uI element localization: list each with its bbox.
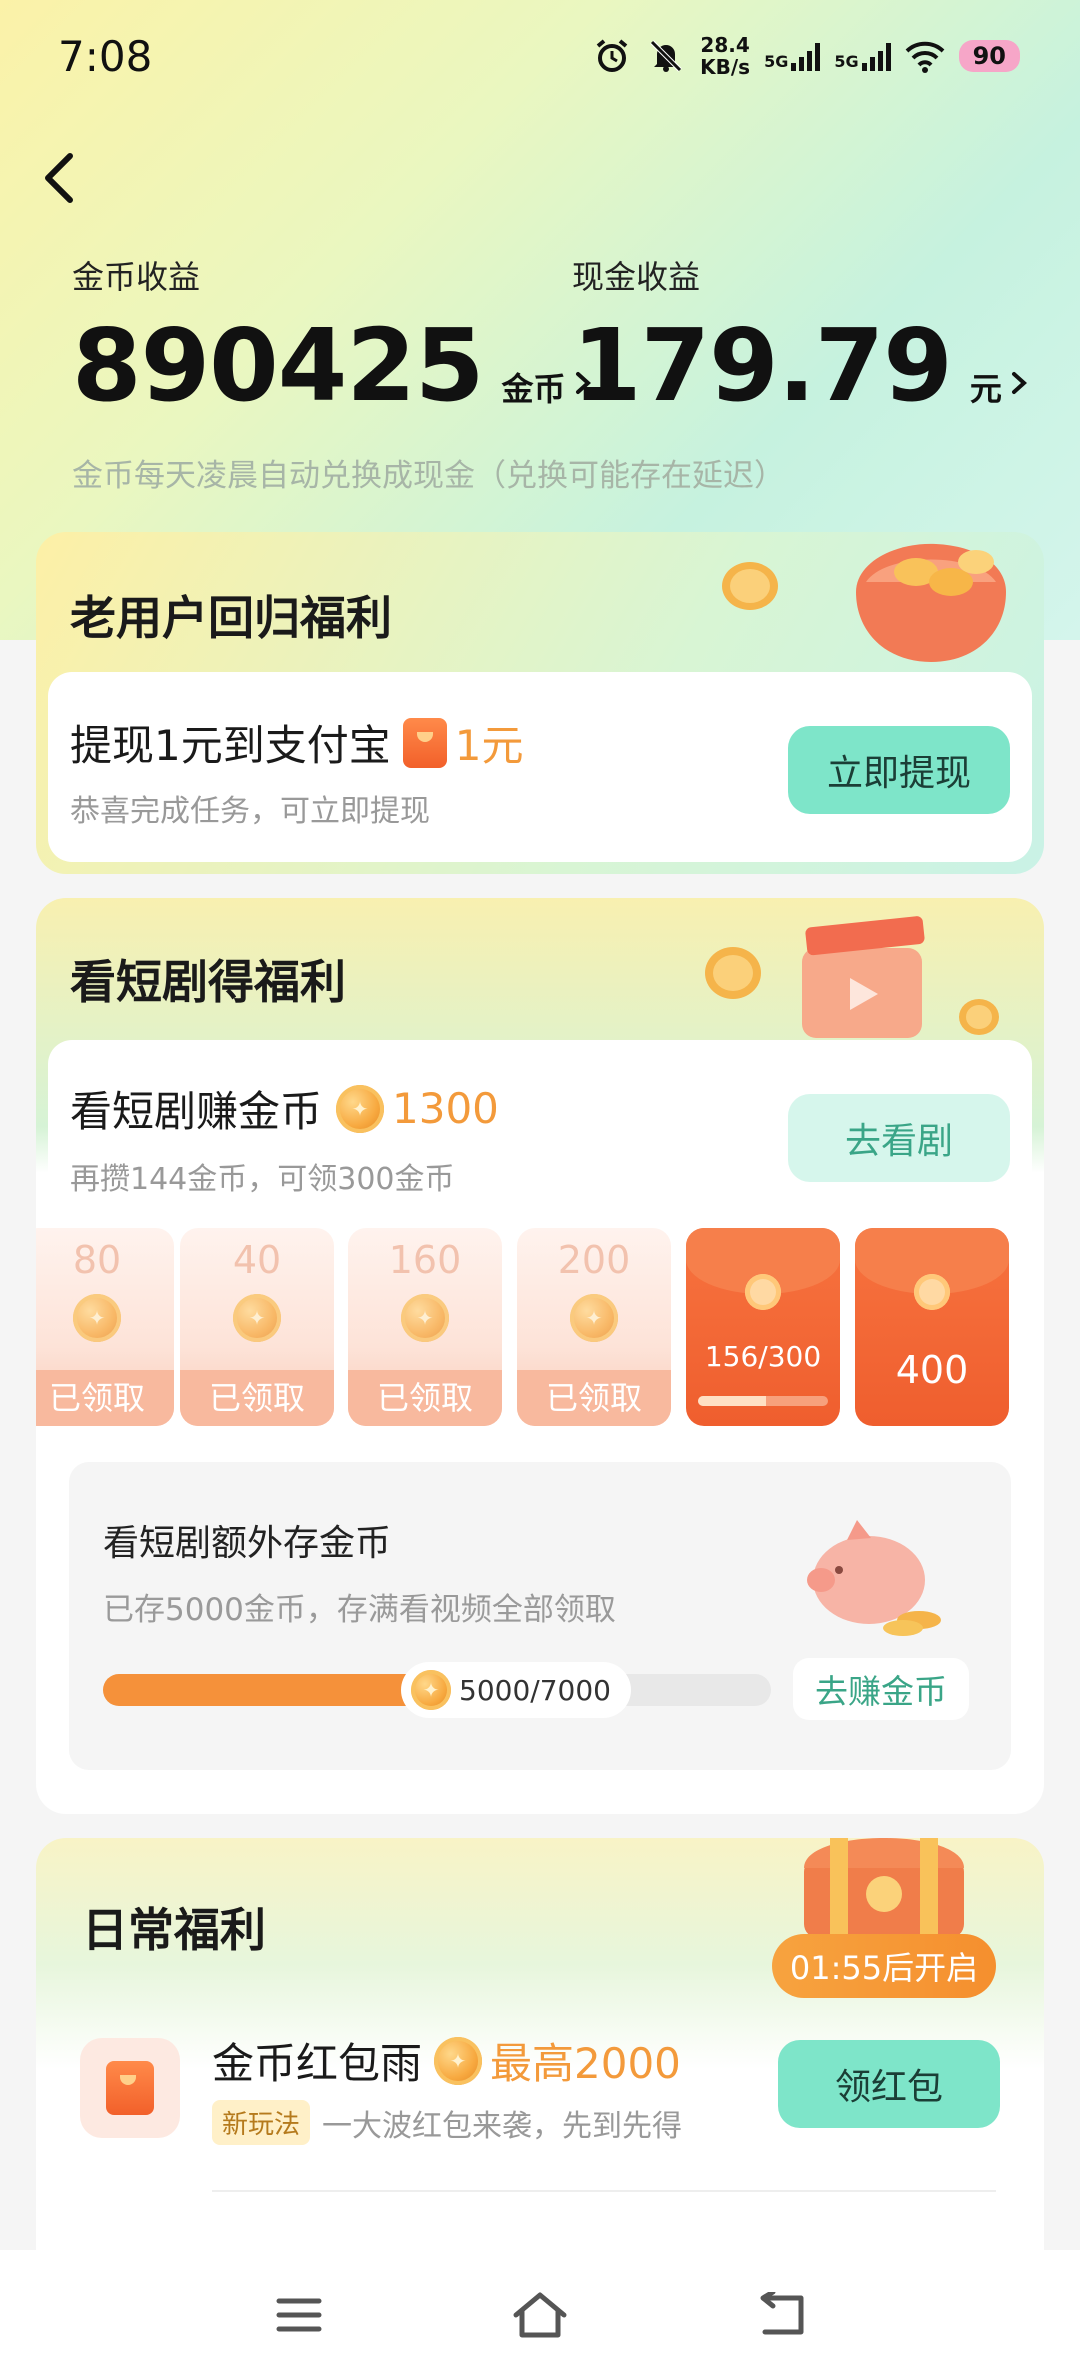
get-red-packet-button[interactable]: 领红包 — [778, 2040, 1000, 2128]
extra-coins-title: 看短剧额外存金币 — [103, 1523, 392, 1564]
coin-earnings-label: 金币收益 — [72, 258, 201, 296]
reward-tier-in-progress[interactable]: 156/300 — [686, 1228, 840, 1426]
menu-icon — [276, 2298, 322, 2332]
status-time: 7:08 — [58, 32, 153, 81]
watch-drama-amount: 1300 — [392, 1084, 499, 1133]
coin-icon — [336, 1084, 385, 1133]
cash-earnings[interactable]: 现金收益 179.79 元 — [572, 252, 1032, 416]
watch-drama-row: 看短剧赚金币 1300 再攒144金币，可领300金币 去看剧 — [48, 1040, 1032, 1230]
coin-icon — [411, 1670, 451, 1710]
piggy-bank-icon — [807, 1520, 941, 1636]
divider — [212, 2190, 996, 2192]
video-clapper-icon — [802, 916, 925, 1038]
reward-tier-locked[interactable]: 400 — [855, 1228, 1009, 1426]
cash-earnings-label: 现金收益 — [572, 258, 701, 296]
watch-drama-title: 看短剧赚金币 — [70, 1087, 323, 1136]
earn-coins-button[interactable]: 去赚金币 — [793, 1658, 969, 1720]
cash-earnings-unit: 元 — [969, 370, 1002, 408]
drama-title: 看短剧得福利 — [70, 955, 346, 1009]
red-packet-clasp-icon — [914, 1274, 950, 1310]
wifi-icon — [905, 36, 945, 76]
reward-tiers: 80 已领取 40 已领取 160 已领取 200 已领取 156/300 — [36, 1228, 1044, 1428]
coin-earnings[interactable]: 金币收益 890425 金币 — [72, 252, 596, 416]
red-packet-rain-sub: 一大波红包来袭，先到先得 — [322, 2108, 683, 2144]
chest-countdown: 01:55后开启 — [772, 1934, 996, 1998]
coin-icon — [401, 1294, 449, 1342]
nav-home-button[interactable] — [505, 2280, 575, 2350]
tier-value: 400 — [895, 1348, 969, 1392]
daily-title: 日常福利 — [82, 1903, 266, 1957]
chevron-left-icon — [45, 153, 73, 203]
extra-coins-panel: 看短剧额外存金币 已存5000金币，存满看视频全部领取 5000/7000 去赚… — [69, 1462, 1011, 1770]
battery-indicator: 90 — [958, 40, 1020, 72]
coin-earnings-value: 890425 — [72, 307, 484, 424]
status-icons: 28.4 KB/s 5G 5G 90 — [592, 34, 1020, 78]
home-icon — [513, 2292, 567, 2338]
coin-decoration-icon — [705, 947, 761, 999]
coin-icon — [233, 1294, 281, 1342]
back-button[interactable] — [40, 150, 80, 206]
net-speed: 28.4 KB/s — [700, 33, 751, 79]
cash-earnings-value: 179.79 — [572, 307, 953, 424]
withdraw-amount: 1元 — [454, 721, 524, 770]
watch-drama-sub: 再攒144金币，可领300金币 — [70, 1162, 455, 1197]
extra-coins-progress-pill: 5000/7000 — [401, 1662, 631, 1718]
watch-drama-button[interactable]: 去看剧 — [788, 1094, 1010, 1182]
coin-decoration-icon — [959, 999, 999, 1035]
nav-menu-button[interactable] — [264, 2280, 334, 2350]
coin-icon — [434, 2036, 483, 2085]
mute-bell-icon — [646, 36, 686, 76]
nav-back-button[interactable] — [746, 2280, 816, 2350]
red-packet-icon — [402, 717, 447, 768]
signal-5g-2-icon: 5G — [834, 41, 891, 71]
coin-icon — [570, 1294, 618, 1342]
red-packet-icon — [106, 2061, 154, 2115]
returning-user-card: 老用户回归福利 提现1元到支付宝 1元 恭喜完成任务，可立即提现 立即提现 — [36, 532, 1044, 874]
new-play-tag: 新玩法 — [212, 2100, 311, 2145]
extra-coins-sub: 已存5000金币，存满看视频全部领取 — [103, 1592, 616, 1628]
withdraw-row: 提现1元到支付宝 1元 恭喜完成任务，可立即提现 立即提现 — [48, 672, 1032, 862]
extra-coins-progress-text: 5000/7000 — [459, 1673, 611, 1707]
status-bar: 7:08 28.4 KB/s 5G 5G 90 — [0, 0, 1080, 120]
signal-5g-1-icon: 5G — [764, 41, 821, 71]
system-nav-bar — [0, 2250, 1080, 2376]
withdraw-now-button[interactable]: 立即提现 — [788, 726, 1010, 814]
reward-tier-claimed: 200 已领取 — [517, 1228, 671, 1426]
extra-coins-progress-bar: 5000/7000 — [103, 1662, 771, 1718]
tier-progress-text: 156/300 — [704, 1340, 822, 1373]
red-packet-rain-amount: 最高2000 — [490, 2039, 681, 2088]
money-bag-icon — [856, 543, 1006, 662]
reward-tier-claimed: 160 已领取 — [348, 1228, 502, 1426]
daily-card: 日常福利 01:55后开启 金币红包雨 最高2000 新玩法 一大波红包来袭，先… — [36, 1838, 1044, 2258]
red-packet-clasp-icon — [745, 1274, 781, 1310]
coin-decoration-icon — [722, 562, 778, 610]
chevron-right-icon — [1011, 372, 1027, 394]
coin-earnings-unit: 金币 — [501, 370, 566, 408]
withdraw-sub: 恭喜完成任务，可立即提现 — [70, 794, 430, 829]
return-icon — [760, 2292, 804, 2335]
alarm-icon — [592, 36, 632, 76]
red-packet-rain-title: 金币红包雨 — [212, 2039, 423, 2088]
withdraw-title: 提现1元到支付宝 — [70, 721, 391, 770]
reward-tier-claimed: 40 已领取 — [180, 1228, 334, 1426]
coin-icon — [73, 1294, 121, 1342]
exchange-note: 金币每天凌晨自动兑换成现金（兑换可能存在延迟） — [72, 458, 785, 494]
red-packet-rain-icon — [80, 2038, 180, 2138]
reward-tier-claimed: 80 已领取 — [36, 1228, 174, 1426]
returning-user-title: 老用户回归福利 — [70, 591, 392, 645]
drama-card: 看短剧得福利 看短剧赚金币 1300 再攒144金币，可领300金币 去看剧 8… — [36, 898, 1044, 1814]
tier-progress-bar — [698, 1396, 828, 1406]
treasure-chest-icon — [804, 1838, 964, 1938]
